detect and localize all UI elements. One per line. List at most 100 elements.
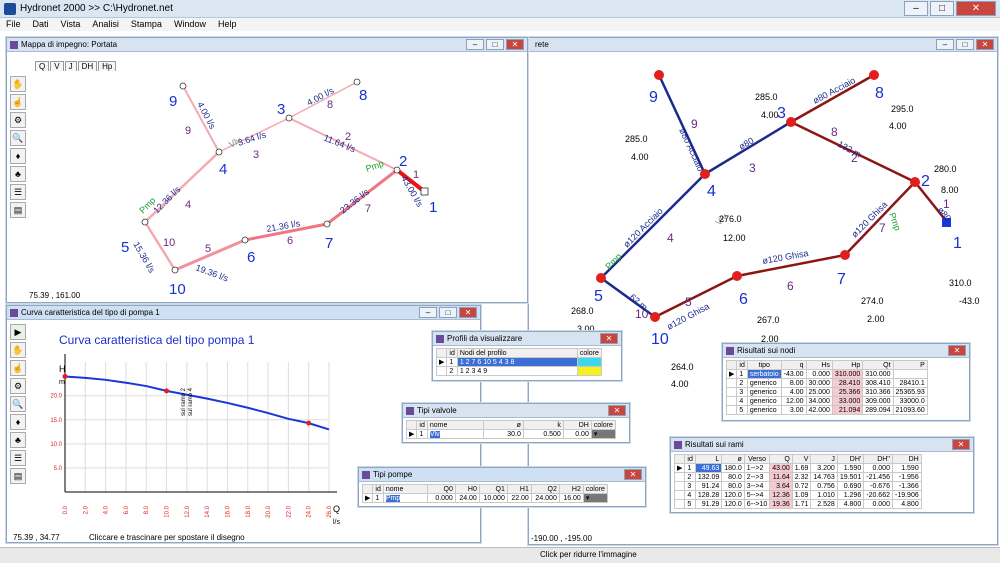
network-close-button[interactable]: ✕	[976, 39, 994, 50]
profili-color-swatch[interactable]	[576, 357, 602, 367]
table-row[interactable]: 3 generico 4.00 25.000 25.366 310.366 25365.93	[725, 387, 928, 397]
table-row[interactable]: 4 128.28 120.0 5-->4 12.36 1.09 1.010 1.296 -20.…	[673, 490, 922, 500]
map-node-3[interactable]	[285, 114, 293, 122]
net-node-7[interactable]	[840, 250, 850, 260]
pan-tool-icon[interactable]: ☝	[10, 94, 26, 110]
profili-nodes-input[interactable]: 1 2 7 6 10 5 4 3 8	[456, 357, 578, 367]
net-node-3[interactable]	[786, 117, 796, 127]
table-row[interactable]: 2 generico 8.00 30.000 28.410 308.410 28410.1	[725, 378, 928, 388]
zoom-tool-icon[interactable]: 🔍	[10, 130, 26, 146]
pump-max-button[interactable]: □	[439, 307, 457, 318]
valvole-close-button[interactable]: ✕	[608, 405, 626, 416]
table-row[interactable]: 21 2 3 4 9	[435, 366, 602, 376]
map-reservoir-1[interactable]	[420, 187, 429, 196]
valvole-color-dropdown[interactable]: ▾	[590, 429, 616, 439]
maximize-button[interactable]: □	[930, 1, 954, 16]
profili-nodes-input[interactable]: 1 2 3 4 9	[456, 366, 578, 376]
table-row[interactable]: ▶ 1 49.63 180.0 1-->2 43.00 1.69 3.200 1.590 0.00…	[673, 463, 922, 473]
map-node-10[interactable]	[171, 266, 179, 274]
close-button[interactable]: ✕	[956, 1, 996, 16]
flowmap-close-button[interactable]: ✕	[506, 39, 524, 50]
net-demand-3: 4.00	[761, 110, 779, 120]
pompe-color-dropdown[interactable]: ▾	[582, 493, 608, 503]
map-branch-label-4: 4	[185, 199, 191, 211]
map-node-label-1: 1	[429, 199, 437, 216]
branch-tool-icon[interactable]: ♣	[10, 432, 26, 448]
map-branch-label-7: 7	[365, 203, 371, 215]
pompe-close-button[interactable]: ✕	[624, 469, 642, 480]
tab-dh[interactable]: DH	[77, 61, 98, 71]
pump-status-hint: Cliccare e trascinare per spostare il di…	[89, 533, 245, 542]
table-row[interactable]: ▶ 1 1 2 7 6 10 5 4 3 8	[435, 357, 602, 367]
tab-q[interactable]: Q	[35, 61, 50, 71]
menu-stampa[interactable]: Stampa	[125, 18, 168, 31]
flow-map[interactable]: 1 2 3 4 5 6 7 8 9 10 1 2 3 4 5 6 7 8 9 1…	[27, 74, 523, 296]
pump-min-button[interactable]: –	[419, 307, 437, 318]
menu-help[interactable]: Help	[212, 18, 243, 31]
sliders-tool-icon[interactable]: ☰	[10, 184, 26, 200]
flowmap-min-button[interactable]: –	[466, 39, 484, 50]
print-tool-icon[interactable]: ▤	[10, 468, 26, 484]
net-node-6[interactable]	[732, 271, 742, 281]
pump-close-button[interactable]: ✕	[459, 307, 477, 318]
minimize-button[interactable]: –	[904, 1, 928, 16]
settings-tool-icon[interactable]: ⚙	[10, 112, 26, 128]
profili-color-swatch[interactable]	[576, 366, 602, 376]
profili-close-button[interactable]: ✕	[600, 333, 618, 344]
pump-curve-chart[interactable]: Curva caratteristica del tipo pompa 1 0.…	[29, 322, 369, 530]
table-row[interactable]: ▶ 1 serbatoio -43.00 0.000 310.000 310.000	[725, 369, 928, 379]
hand-tool-icon[interactable]: ✋	[10, 76, 26, 92]
net-head-8: 295.0	[891, 104, 914, 114]
menu-window[interactable]: Window	[168, 18, 212, 31]
net-node-8[interactable]	[869, 70, 879, 80]
tab-j[interactable]: J	[64, 61, 77, 71]
zoom-tool-icon[interactable]: 🔍	[10, 396, 26, 412]
pan-tool-icon[interactable]: ☝	[10, 360, 26, 376]
table-row[interactable]: 5 generico 3.00 42.000 21.094 289.094 21093.60	[725, 405, 928, 415]
valvole-name-input[interactable]: Vlv	[429, 430, 440, 438]
table-row[interactable]: ▶ 1 Pmp 0.000 24.00 10.000 22.00 24.000 16.00 ▾	[361, 493, 608, 503]
menu-analisi[interactable]: Analisi	[86, 18, 125, 31]
tab-v[interactable]: V	[50, 61, 64, 71]
settings-tool-icon[interactable]: ⚙	[10, 378, 26, 394]
net-branch-label-3: 3	[749, 161, 756, 175]
net-node-5[interactable]	[596, 273, 606, 283]
net-node-10[interactable]	[650, 312, 660, 322]
net-node-2[interactable]	[910, 177, 920, 187]
map-flow-label-10: 15.36 l/s	[131, 240, 157, 275]
menu-dati[interactable]: Dati	[27, 18, 55, 31]
net-node-9[interactable]	[654, 70, 664, 80]
menu-file[interactable]: File	[0, 18, 27, 31]
window-icon	[362, 471, 370, 479]
table-row[interactable]: ▶ 1 Vlv 30.0 0.500 0.00 ▾	[405, 429, 616, 439]
menu-vista[interactable]: Vista	[55, 18, 87, 31]
table-row[interactable]: 5 91.29 120.0 6-->10 19.36 1.71 2.528 4.800 0.00…	[673, 499, 922, 509]
flowmap-max-button[interactable]: □	[486, 39, 504, 50]
map-node-label-8: 8	[359, 87, 367, 104]
pompe-name-input[interactable]: Pmp	[385, 494, 401, 502]
rami-close-button[interactable]: ✕	[952, 439, 970, 450]
play-tool-icon[interactable]: ▶	[10, 324, 26, 340]
hand-tool-icon[interactable]: ✋	[10, 342, 26, 358]
node-tool-icon[interactable]: ♦	[10, 414, 26, 430]
table-row[interactable]: 3 91.24 80.0 3-->4 3.64 0.72 0.756 0.690 -0.676-…	[673, 481, 922, 491]
sliders-tool-icon[interactable]: ☰	[10, 450, 26, 466]
node-tool-icon[interactable]: ♦	[10, 148, 26, 164]
pompe-window: Tipi pompe ✕ id nome Q0 H0 Q1 H1 Q2 H2 colore ▶ 1 P…	[358, 467, 646, 507]
network-min-button[interactable]: –	[936, 39, 954, 50]
nodi-close-button[interactable]: ✕	[948, 345, 966, 356]
branch-tool-icon[interactable]: ♣	[10, 166, 26, 182]
print-tool-icon[interactable]: ▤	[10, 202, 26, 218]
map-node-8[interactable]	[353, 78, 361, 86]
network-max-button[interactable]: □	[956, 39, 974, 50]
map-node-7[interactable]	[323, 220, 331, 228]
table-row[interactable]: 4 generico 12.00 34.000 33.000 309.000 33000.0	[725, 396, 928, 406]
map-node-4[interactable]	[215, 148, 223, 156]
map-node-5[interactable]	[141, 218, 149, 226]
app-statusbar: Click per ridurre l'immagine	[0, 547, 1000, 563]
map-node-label-5: 5	[121, 239, 129, 256]
table-row[interactable]: 2 132.09 80.0 2-->3 11.64 2.32 14.763 19.501 -21…	[673, 472, 922, 482]
map-node-6[interactable]	[241, 236, 249, 244]
map-node-9[interactable]	[179, 82, 187, 90]
tab-hp[interactable]: Hp	[98, 61, 117, 71]
